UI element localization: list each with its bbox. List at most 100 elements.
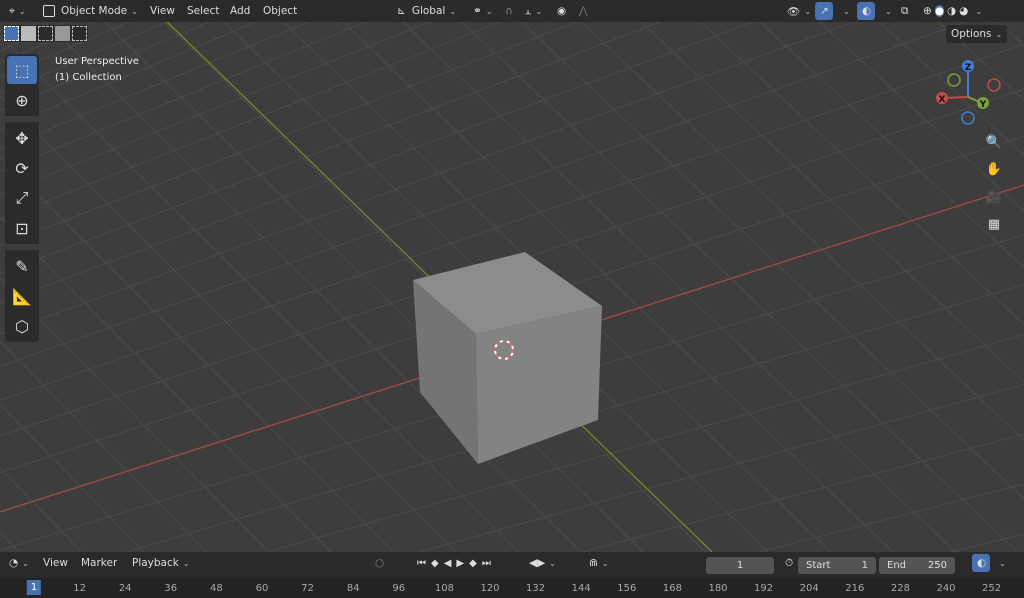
- frame-tick-label: 252: [982, 583, 1002, 594]
- cursor-icon: ⊕: [15, 90, 29, 110]
- selection-mode-buttons: [3, 25, 88, 42]
- overlays-toggle[interactable]: ◐: [857, 2, 875, 20]
- gizmo-toggle[interactable]: ↗: [815, 2, 833, 20]
- grid-line: [0, 0, 718, 275]
- timeline-editor-type[interactable]: ◔ ⌄: [4, 554, 34, 572]
- grid-icon: ▦: [987, 216, 1001, 232]
- snap-target-dropdown[interactable]: ⫠ ⌄: [520, 2, 548, 20]
- select-intersect-icon[interactable]: [72, 26, 87, 41]
- timeline-overlay-toggle[interactable]: ◐: [972, 554, 990, 572]
- grid-line: [0, 0, 812, 304]
- select-new-icon[interactable]: [4, 26, 19, 41]
- menu-view[interactable]: View: [145, 2, 180, 20]
- move-tool[interactable]: ✥: [7, 124, 37, 152]
- options-dropdown[interactable]: Options ⌄: [946, 25, 1008, 43]
- end-frame-field[interactable]: End 250: [879, 557, 955, 574]
- frame-tick-label: 132: [526, 583, 546, 594]
- menu-object[interactable]: Object: [258, 2, 302, 20]
- play-reverse-icon[interactable]: ◀: [444, 558, 452, 569]
- frame-tick-label: 192: [754, 583, 774, 594]
- zoom-icon: 🔍: [985, 134, 1003, 150]
- toolbar: ⬚ ⊕ ✥ ⟳ ⤢ ⊡ ✎ 📐 ⬡: [5, 54, 39, 342]
- falloff-dropdown[interactable]: ⋀: [574, 2, 593, 20]
- grid-line: [0, 95, 457, 552]
- clock-icon: ◔: [9, 557, 19, 569]
- add-cube-tool[interactable]: ⬡: [7, 312, 37, 340]
- frame-tick-label: 36: [164, 583, 178, 594]
- menu-select[interactable]: Select: [182, 2, 224, 20]
- view-name-label: User Perspective: [55, 56, 139, 67]
- solid-shading-icon[interactable]: ●: [934, 5, 944, 17]
- snapping-dropdown[interactable]: ⋒ ⌄: [584, 554, 614, 572]
- viewport-scene: Z X Y: [0, 0, 1024, 552]
- falloff-icon: ⋀: [579, 5, 588, 17]
- timeline-overlay-dropdown[interactable]: ⌄: [990, 554, 1011, 572]
- eye-icon: 👁: [787, 5, 801, 18]
- annotate-tool[interactable]: ✎: [7, 252, 37, 280]
- overlays-dropdown[interactable]: ⌄: [876, 2, 897, 20]
- record-icon: ○: [375, 557, 385, 569]
- transform-orientation-dropdown[interactable]: ⊾ Global ⌄: [392, 2, 462, 20]
- rotate-tool[interactable]: ⟳: [7, 154, 37, 182]
- mode-dropdown[interactable]: Object Mode ⌄: [38, 2, 143, 20]
- timeline-snap-icon: ⋒: [589, 557, 598, 569]
- jump-end-icon[interactable]: ⏭: [482, 558, 491, 569]
- scale-tool[interactable]: ⤢: [7, 184, 37, 212]
- frame-tick-label: 216: [845, 583, 865, 594]
- pivot-icon: ⚭: [473, 5, 482, 17]
- editor-type-button[interactable]: ⌖ ⌄: [4, 2, 31, 20]
- timeline-menu-playback[interactable]: Playback ⌄: [127, 554, 195, 572]
- xray-toggle[interactable]: ⧉: [896, 2, 914, 20]
- pivot-dropdown[interactable]: ⚭ ⌄: [468, 2, 498, 20]
- select-invert-icon[interactable]: [55, 26, 70, 41]
- camera-view-button[interactable]: 🎥: [982, 185, 1006, 209]
- proportional-icon: ◉: [557, 5, 567, 17]
- grid-line: [582, 433, 1024, 552]
- select-box-tool[interactable]: ⬚: [7, 56, 37, 84]
- hand-icon: ✋: [985, 161, 1003, 177]
- measure-icon: 📐: [12, 286, 32, 306]
- snap-toggle[interactable]: ∩: [500, 2, 518, 20]
- wireframe-shading-icon[interactable]: ⊕: [923, 5, 932, 17]
- play-icon[interactable]: ▶: [456, 558, 464, 569]
- start-frame-field[interactable]: Start 1: [798, 557, 876, 574]
- editor-type-icon: ⌖: [9, 4, 15, 17]
- select-subtract-icon[interactable]: [38, 26, 53, 41]
- frame-tick-label: 108: [434, 583, 454, 594]
- auto-keying-toggle[interactable]: ○: [370, 554, 390, 572]
- camera-icon: 🎥: [985, 189, 1003, 205]
- grid-line: [0, 216, 332, 552]
- measure-tool[interactable]: 📐: [7, 282, 37, 310]
- proportional-edit-toggle[interactable]: ◉: [552, 2, 572, 20]
- gizmo-dropdown[interactable]: ⌄: [834, 2, 855, 20]
- material-shading-icon[interactable]: ◑: [947, 5, 956, 17]
- timeline-menu-marker[interactable]: Marker: [76, 554, 122, 572]
- current-frame-field[interactable]: 1: [706, 557, 774, 574]
- rendered-shading-icon[interactable]: ◕: [959, 5, 968, 17]
- zoom-view-button[interactable]: 🔍: [982, 130, 1006, 154]
- gizmo-y-label: Y: [979, 100, 987, 110]
- stopwatch-icon[interactable]: ⏱: [780, 554, 798, 572]
- annotate-icon: ✎: [15, 256, 29, 276]
- frame-tick-label: 72: [301, 583, 314, 594]
- keyframe-nav[interactable]: ◀▶ ⌄: [524, 554, 561, 572]
- prev-keyframe-icon[interactable]: ◆: [431, 558, 439, 569]
- grid-line: [0, 278, 270, 552]
- 3d-viewport[interactable]: Z X Y ⌖ ⌄ Object Mode ⌄ View Select Add Ob…: [0, 0, 1024, 552]
- perspective-toggle-button[interactable]: ▦: [982, 212, 1006, 236]
- frame-tick-label: 48: [210, 583, 223, 594]
- menu-add[interactable]: Add: [225, 2, 255, 20]
- xray-icon: ⧉: [901, 4, 909, 17]
- frame-tick-label: 120: [480, 583, 500, 594]
- select-extend-icon[interactable]: [21, 26, 36, 41]
- pan-view-button[interactable]: ✋: [982, 157, 1006, 181]
- timeline-menu-view[interactable]: View: [38, 554, 73, 572]
- grid-line: [0, 403, 145, 552]
- visibility-dropdown[interactable]: 👁 ⌄: [782, 2, 817, 20]
- shading-modes: ⊕ ● ◑ ◕ ⌄: [918, 2, 988, 20]
- transform-tool[interactable]: ⊡: [7, 214, 37, 242]
- object-mode-icon: [43, 5, 55, 17]
- cursor-tool[interactable]: ⊕: [7, 86, 37, 114]
- next-keyframe-icon[interactable]: ◆: [469, 558, 477, 569]
- jump-start-icon[interactable]: ⏮: [417, 558, 426, 569]
